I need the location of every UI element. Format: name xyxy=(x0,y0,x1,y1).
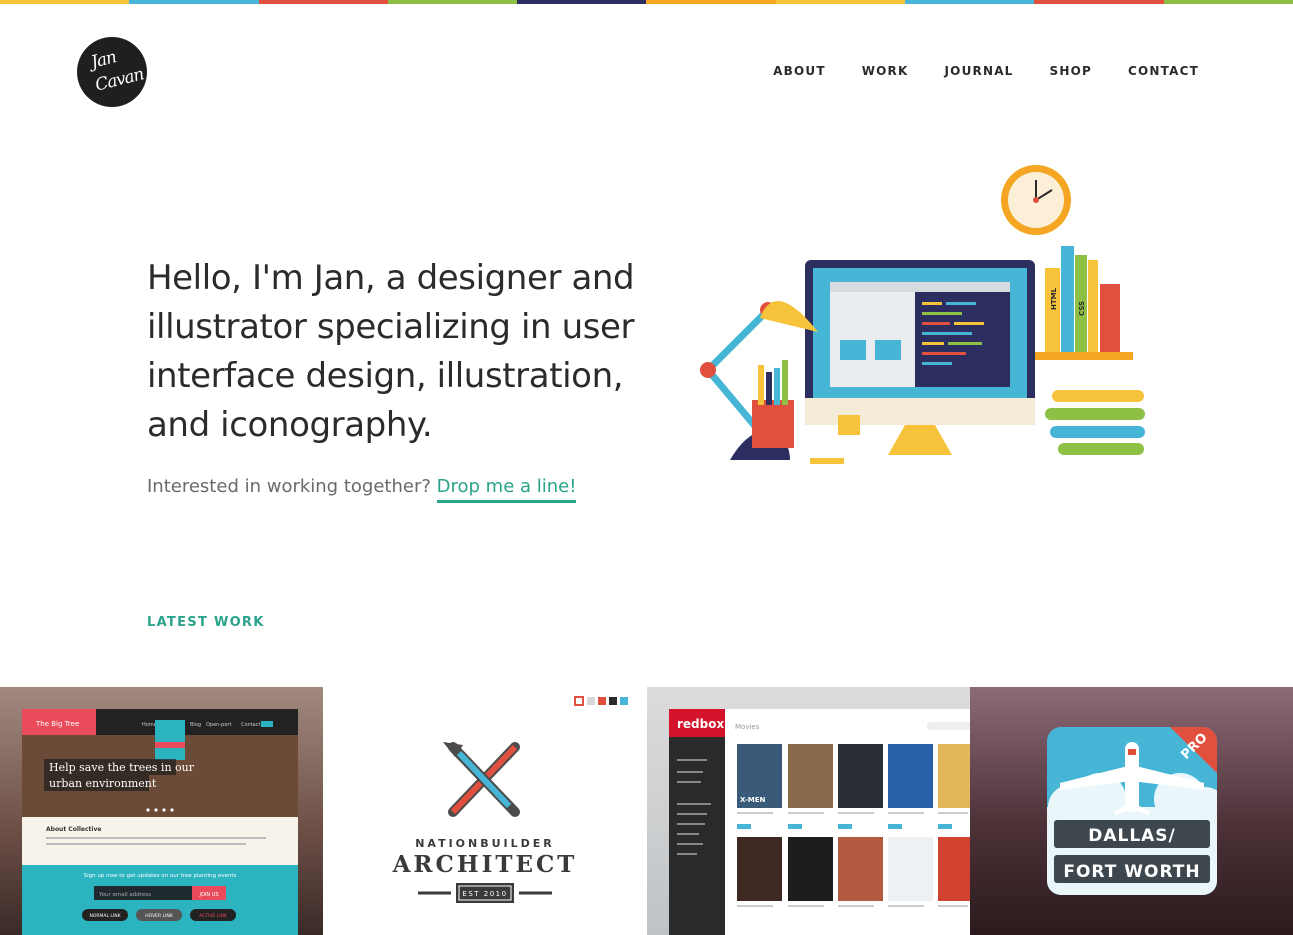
stripe-segment xyxy=(1034,0,1164,4)
bookshelf-icon: HTML CSS xyxy=(1035,246,1133,360)
nav-contact[interactable]: CONTACT xyxy=(1128,64,1199,78)
stripe-segment xyxy=(775,0,906,4)
logo-link[interactable]: Jan Cavan xyxy=(77,37,147,107)
big-tree-nav-contact: Contact xyxy=(241,722,260,728)
workspace-illustration: HTML CSS xyxy=(690,160,1150,474)
nav-work[interactable]: WORK xyxy=(862,64,909,78)
stripe-segment xyxy=(905,0,1035,4)
cta-text: Interested in working together? xyxy=(147,476,431,497)
redbox-preview: redbox. Movies X-MEN xyxy=(668,709,970,935)
nationbuilder-preview: NATIONBUILDER ARCHITECT EST 2010 xyxy=(392,696,629,903)
stripe-segment xyxy=(0,0,130,4)
css-book-label: CSS xyxy=(1078,301,1086,316)
stripe-segment xyxy=(646,0,776,4)
stripe-segment xyxy=(387,0,518,4)
est-badge: EST 2010 xyxy=(463,890,508,898)
big-tree-headline-1: Help save the trees in our xyxy=(49,761,195,774)
redbox-section-title: Movies xyxy=(735,723,760,731)
latest-work-heading: LATEST WORK xyxy=(147,615,265,630)
book-stack-icon xyxy=(1045,390,1145,455)
work-tile-nationbuilder[interactable]: NATIONBUILDER ARCHITECT EST 2010 xyxy=(323,687,647,935)
redbox-logo: redbox. xyxy=(677,717,729,731)
poster-title: X-MEN xyxy=(740,796,765,804)
big-tree-section: About Collective xyxy=(46,826,101,833)
color-stripe xyxy=(0,0,1293,4)
big-tree-brand: The Big Tree xyxy=(35,720,79,728)
dfw-app-icon-preview: PRO DALLAS/ FORT WORTH xyxy=(1046,727,1217,895)
stripe-segment xyxy=(258,0,388,4)
work-tile-dfw-app[interactable]: PRO DALLAS/ FORT WORTH xyxy=(969,687,1293,935)
big-tree-button-hover: HOVER LINK xyxy=(145,913,174,919)
nationbuilder-name: NATIONBUILDER xyxy=(415,837,555,850)
dfw-line2: FORT WORTH xyxy=(1063,862,1200,882)
hero-cta: Interested in working together? Drop me … xyxy=(147,476,577,503)
html-book-label: HTML xyxy=(1050,287,1058,310)
big-tree-join-button: JOIN US xyxy=(198,892,218,898)
contact-link[interactable]: Drop me a line! xyxy=(436,476,577,503)
main-nav: ABOUT WORK JOURNAL SHOP CONTACT xyxy=(773,64,1199,78)
dfw-line1: DALLAS/ xyxy=(1088,826,1176,846)
pen-pencil-icon xyxy=(443,742,521,817)
stripe-segment xyxy=(1163,0,1293,4)
stripe-segment xyxy=(129,0,259,4)
big-tree-preview: The Big Tree Home Blog Open-port Contact… xyxy=(22,709,298,935)
big-tree-nav-home: Home xyxy=(142,722,157,728)
big-tree-email-field: Your email address xyxy=(98,892,151,898)
illustration-svg: HTML CSS xyxy=(700,165,1145,464)
logo-text-line1: Jan xyxy=(88,47,118,73)
clock-icon xyxy=(1001,165,1071,235)
nav-journal[interactable]: JOURNAL xyxy=(945,64,1014,78)
work-tile-big-tree[interactable]: The Big Tree Home Blog Open-port Contact… xyxy=(0,687,324,935)
work-grid: The Big Tree Home Blog Open-port Contact… xyxy=(0,687,1293,935)
nav-about[interactable]: ABOUT xyxy=(773,64,826,78)
big-tree-signup: Sign up now to get updates on our tree p… xyxy=(84,873,237,879)
nav-shop[interactable]: SHOP xyxy=(1050,64,1092,78)
architect-title: ARCHITECT xyxy=(392,851,578,878)
big-tree-button-active: ACTIVE LINK xyxy=(199,913,228,919)
big-tree-nav-blog: Blog xyxy=(190,722,201,728)
monitor-icon xyxy=(805,260,1035,455)
big-tree-nav-open: Open-port xyxy=(206,722,231,728)
big-tree-button-normal: NORMAL LINK xyxy=(89,913,121,919)
big-tree-headline-2: urban environment xyxy=(49,777,157,790)
work-tile-redbox[interactable]: redbox. Movies X-MEN xyxy=(646,687,970,935)
stripe-segment xyxy=(517,0,647,4)
hero-headline: Hello, I'm Jan, a designer and illustrat… xyxy=(147,258,635,445)
